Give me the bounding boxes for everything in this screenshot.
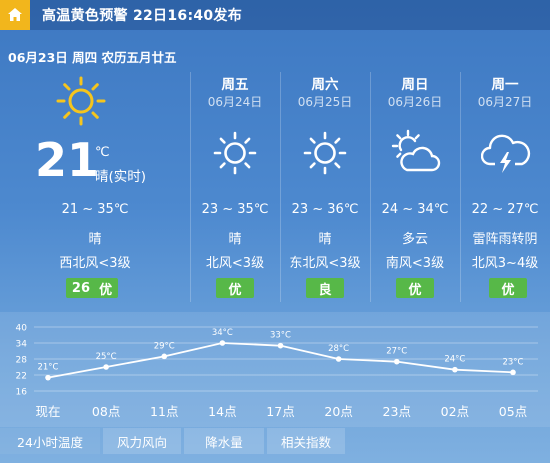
current-temperature: 21	[35, 133, 100, 187]
temperature-point	[219, 340, 226, 346]
forecast-range: 23 ~ 35℃	[201, 202, 269, 217]
forecast-aqi-badge[interactable]: 优	[396, 278, 434, 298]
home-icon	[8, 8, 22, 21]
temperature-line-chart: 40 34 28 22 16 21°C 现在 25°C 08点 29°C 11点 34°C 14点 33°…	[16, 324, 538, 419]
forecast-weather: 雷阵雨转阴	[472, 232, 538, 247]
y-tick-label: 40	[16, 324, 28, 334]
today-aqi-badge[interactable]: 26 优	[66, 278, 118, 298]
today-date-line: 06月23日 周四 农历五月廿五	[8, 50, 177, 65]
temperature-point-label: 28°C	[328, 344, 349, 354]
forecast-range: 23 ~ 36℃	[291, 202, 359, 217]
aqi-value: 26	[71, 280, 90, 296]
day-date: 06月26日	[387, 95, 443, 109]
tab-precipitation[interactable]: 降水量	[184, 428, 264, 454]
sun-icon	[303, 131, 347, 175]
day-name: 周五	[221, 77, 249, 93]
temperature-point-label: 29°C	[154, 341, 175, 351]
x-tick-label: 20点	[324, 404, 352, 419]
forecast-day-2: 周六 06月25日	[280, 73, 370, 110]
temperature-point	[335, 356, 342, 362]
x-tick-label: 17点	[266, 404, 294, 419]
sun-icon	[56, 76, 106, 126]
forecast-wind: 东北风<3级	[289, 256, 361, 271]
x-tick-label: 02点	[441, 404, 469, 419]
today-weather: 晴	[88, 232, 102, 247]
y-tick-label: 22	[16, 372, 27, 382]
tab-wind[interactable]: 风力风向	[103, 428, 181, 454]
forecast-day-1: 周五 06月24日	[190, 73, 280, 110]
y-tick-label: 16	[16, 388, 28, 398]
temperature-point	[161, 353, 168, 360]
day-name: 周一	[491, 77, 519, 93]
forecast-aqi-badge[interactable]: 优	[216, 278, 254, 298]
forecast-weather: 晴	[318, 232, 332, 247]
day-date: 06月25日	[297, 95, 353, 109]
temperature-point	[393, 358, 400, 365]
temperature-point-label: 21°C	[37, 363, 58, 373]
forecast-wind: 北风3~4级	[471, 256, 539, 271]
x-tick-label: 14点	[208, 404, 236, 419]
forecast-range: 22 ~ 27℃	[471, 202, 539, 217]
home-button[interactable]	[0, 0, 30, 30]
x-tick-label: 05点	[499, 404, 527, 419]
temperature-point	[452, 366, 458, 373]
partly-cloudy-icon	[391, 129, 441, 172]
day-name: 周六	[311, 77, 339, 93]
temperature-point-label: 25°C	[96, 352, 117, 362]
aqi-label: 优	[99, 282, 113, 298]
temperature-point-label: 33°C	[270, 331, 291, 341]
day-date: 06月24日	[207, 95, 263, 109]
temperature-point-label: 24°C	[444, 355, 465, 365]
y-tick-label: 28	[16, 356, 28, 366]
current-condition: 晴(实时)	[95, 169, 147, 185]
day-date: 06月27日	[477, 95, 533, 109]
hourly-temperature-chart: 40 34 28 22 16 21°C 现在 25°C 08点 29°C 11点 34°C 14点 33°…	[0, 312, 550, 427]
temperature-point-label: 23°C	[502, 357, 523, 367]
temperature-unit: ℃	[95, 145, 110, 160]
forecast-range: 24 ~ 34℃	[381, 202, 449, 217]
alert-bar[interactable]: 高温黄色预警 22日16:40发布	[0, 0, 550, 30]
forecast-wind: 南风<3级	[385, 256, 445, 271]
x-tick-label: 08点	[92, 404, 120, 419]
sun-icon	[213, 131, 257, 175]
forecast-day-4: 周一 06月27日	[460, 73, 550, 110]
forecast-weather: 多云	[401, 232, 428, 247]
forecast-aqi-badge[interactable]: 良	[306, 278, 344, 298]
temperature-point	[277, 342, 284, 349]
temperature-point	[510, 369, 516, 376]
x-tick-label: 23点	[383, 404, 411, 419]
temperature-point-label: 27°C	[386, 347, 407, 357]
thunderstorm-icon	[481, 134, 531, 173]
temperature-point	[103, 364, 109, 370]
forecast-wind: 北风<3级	[205, 256, 265, 271]
temperature-point	[45, 374, 51, 381]
x-tick-label: 现在	[35, 404, 60, 419]
x-tick-label: 11点	[150, 404, 178, 419]
tab-related-index[interactable]: 相关指数	[267, 428, 345, 454]
alert-text[interactable]: 高温黄色预警 22日16:40发布	[42, 5, 242, 25]
tab-24h-temperature[interactable]: 24小时温度	[0, 428, 100, 454]
today-range: 21 ~ 35℃	[61, 202, 129, 217]
day-name: 周日	[401, 77, 429, 93]
y-tick-label: 34	[16, 340, 28, 350]
forecast-weather: 晴	[228, 232, 242, 247]
chart-tabs: 24小时温度 风力风向 降水量 相关指数	[0, 428, 550, 454]
forecast-aqi-badge[interactable]: 优	[489, 278, 527, 298]
forecast-day-3: 周日 06月26日	[370, 73, 460, 110]
today-wind: 西北风<3级	[59, 256, 131, 271]
temperature-point-label: 34°C	[212, 328, 233, 338]
